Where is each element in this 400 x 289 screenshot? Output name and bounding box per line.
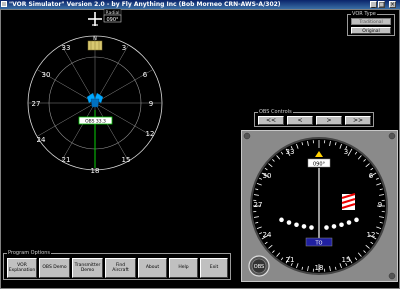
deviation-dot [354,217,359,223]
deviation-dot [309,225,314,230]
deviation-dot [279,217,284,223]
instrument-label-9: 9 [378,201,382,209]
vor-instrument: 33 3 30 6 27 9 24 12 21 15 18 090° TO OB… [243,132,396,280]
instrument-label-30: 30 [263,172,272,180]
deviation-dot [294,222,299,228]
instrument-label-33: 33 [286,148,295,156]
instrument-label-27: 27 [254,201,263,209]
instrument-label-24: 24 [263,231,272,239]
instrument-label-15: 15 [342,256,351,264]
course-readout: 090° [313,162,326,168]
program-options-panel: Program Options VOR Explanation OBS Demo… [3,249,231,280]
instrument-label-3: 3 [344,148,348,156]
deviation-dot [324,225,329,230]
about-button[interactable]: About [138,258,167,278]
app-window: "VOR Simulator" Version 2.0 - by Fly Any… [0,0,400,289]
exit-button[interactable]: Exit [200,258,228,278]
to-from-label: TO [315,241,323,247]
deviation-dot [339,222,344,228]
program-options-title: Program Options [7,249,51,257]
instrument-label-21: 21 [286,256,295,264]
instrument-label-18: 18 [315,264,324,272]
off-flag-icon [341,193,356,210]
obs-knob-label: OBS [254,264,264,270]
deviation-dot [346,220,352,225]
vor-explanation-button[interactable]: VOR Explanation [7,258,37,278]
obs-knob[interactable]: OBS [248,255,270,277]
deviation-dot [286,220,292,225]
instrument-label-6: 6 [369,172,374,180]
obs-demo-button[interactable]: OBS Demo [39,258,70,278]
deviation-dot [301,224,307,229]
find-aircraft-button[interactable]: Find Aircraft [105,258,136,278]
deviation-dot [331,224,337,229]
instrument-label-12: 12 [367,231,376,239]
help-button[interactable]: Help [169,258,198,278]
transmitter-demo-button[interactable]: Transmitter Demo [72,258,103,278]
